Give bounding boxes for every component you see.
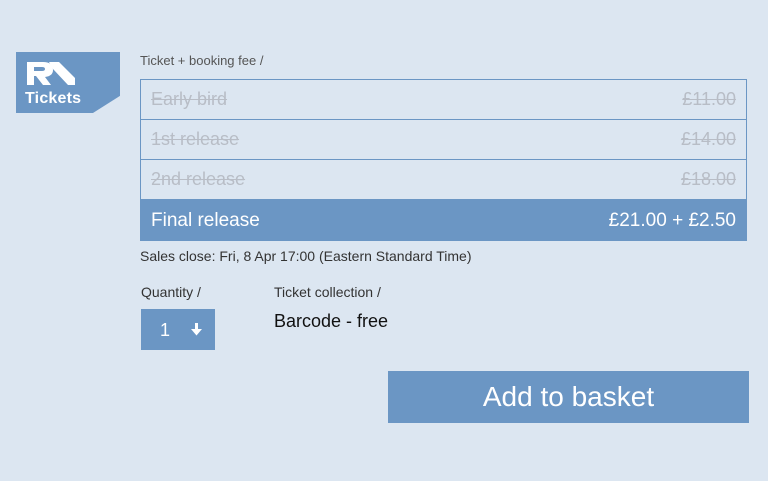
tier-price: £18.00 [680, 169, 736, 189]
tier-price: £11.00 [682, 89, 736, 109]
tier-1st-release: 1st release £14.00 [141, 120, 746, 160]
tier-name: Final release [151, 209, 260, 231]
quantity-select[interactable]: 1 [141, 309, 215, 350]
tier-name: Early bird [151, 89, 228, 109]
sales-close-text: Sales close: Fri, 8 Apr 17:00 (Eastern S… [140, 248, 472, 264]
add-to-basket-button[interactable]: Add to basket [388, 371, 749, 423]
arrow-down-icon [191, 323, 202, 336]
tier-2nd-release: 2nd release £18.00 [141, 160, 746, 200]
ticket-tier-list: Early bird £11.00 1st release £14.00 2nd… [140, 79, 747, 241]
tier-name: 1st release [151, 129, 240, 149]
tickets-logo: Tickets [16, 52, 120, 113]
ra-logo-icon [27, 62, 75, 85]
tier-final-release[interactable]: Final release £21.00 + £2.50 [141, 200, 746, 241]
quantity-label: Quantity / [141, 284, 201, 300]
tier-name: 2nd release [151, 169, 246, 189]
fee-label: Ticket + booking fee / [140, 53, 264, 68]
tier-price: £21.00 + £2.50 [608, 209, 736, 231]
ticket-collection-label: Ticket collection / [274, 284, 381, 300]
quantity-value: 1 [160, 320, 171, 340]
tier-price: £14.00 [680, 129, 736, 149]
tier-early-bird: Early bird £11.00 [141, 80, 746, 120]
logo-text: Tickets [25, 90, 82, 107]
ticket-collection-value: Barcode - free [274, 311, 389, 331]
